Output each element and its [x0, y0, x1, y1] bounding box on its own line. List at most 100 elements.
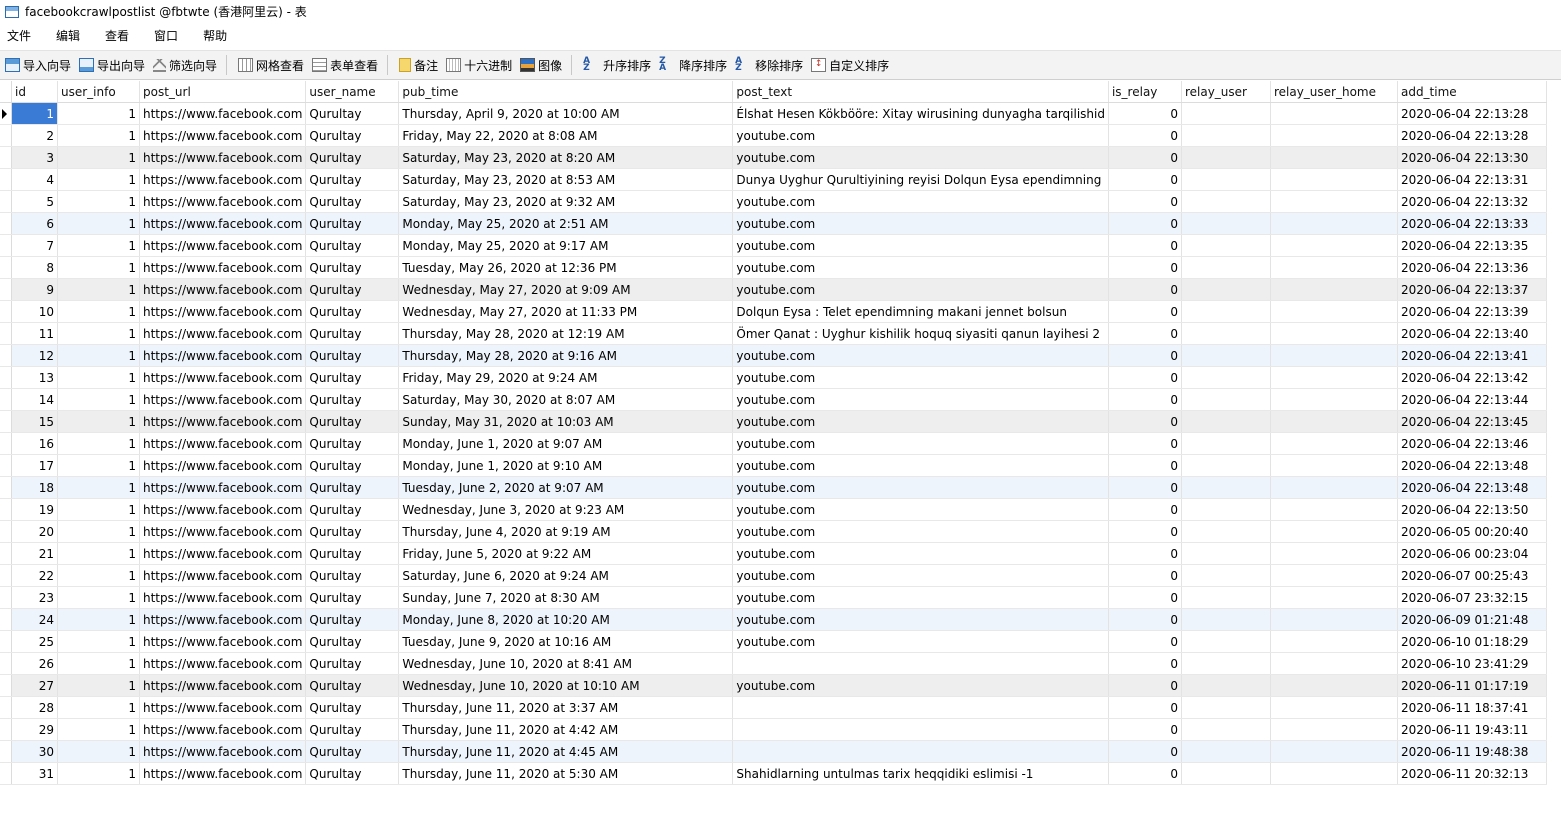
cell-user-info[interactable]: 1: [57, 498, 140, 521]
cell-post-url[interactable]: https://www.facebook.com: [139, 168, 307, 191]
cell-pub-time[interactable]: Thursday, June 11, 2020 at 5:30 AM: [398, 762, 734, 785]
table-row[interactable]: 24 1 https://www.facebook.com Qurultay Monda…: [0, 608, 1547, 631]
cell-user-name[interactable]: Qurultay: [305, 498, 400, 521]
table-row[interactable]: 23 1 https://www.facebook.com Qurultay Sunda…: [0, 586, 1547, 609]
cell-relay-user[interactable]: [1181, 190, 1271, 213]
cell-relay-user[interactable]: [1181, 432, 1271, 455]
cell-id[interactable]: 6: [11, 212, 58, 235]
cell-post-url[interactable]: https://www.facebook.com: [139, 630, 307, 653]
table-row[interactable]: 10 1 https://www.facebook.com Qurultay Wedne…: [0, 300, 1547, 323]
cell-relay-user[interactable]: [1181, 586, 1271, 609]
cell-relay-user[interactable]: [1181, 278, 1271, 301]
cell-add-time[interactable]: 2020-06-11 19:43:11: [1397, 718, 1547, 741]
cell-post-text[interactable]: youtube.com: [732, 190, 1109, 213]
table-row[interactable]: 22 1 https://www.facebook.com Qurultay Satur…: [0, 564, 1547, 587]
row-indicator[interactable]: [0, 168, 12, 191]
column-header-relay-user[interactable]: relay_user: [1181, 81, 1271, 103]
cell-post-url[interactable]: https://www.facebook.com: [139, 410, 307, 433]
cell-user-name[interactable]: Qurultay: [305, 630, 400, 653]
cell-add-time[interactable]: 2020-06-04 22:13:44: [1397, 388, 1547, 411]
custom-sort-button[interactable]: ↕ 自定义排序: [808, 53, 892, 77]
table-row[interactable]: 21 1 https://www.facebook.com Qurultay Frida…: [0, 542, 1547, 565]
cell-user-info[interactable]: 1: [57, 168, 140, 191]
cell-post-text[interactable]: youtube.com: [732, 410, 1109, 433]
cell-post-text[interactable]: Ömer Qanat : Uyghur kishilik hoquq siyas…: [732, 322, 1109, 345]
cell-pub-time[interactable]: Tuesday, June 2, 2020 at 9:07 AM: [398, 476, 734, 499]
cell-post-url[interactable]: https://www.facebook.com: [139, 146, 307, 169]
cell-relay-user-home[interactable]: [1270, 608, 1398, 631]
row-indicator[interactable]: [0, 674, 12, 697]
cell-relay-user[interactable]: [1181, 630, 1271, 653]
row-indicator[interactable]: [0, 586, 12, 609]
cell-user-info[interactable]: 1: [57, 190, 140, 213]
row-indicator[interactable]: [0, 388, 12, 411]
cell-id[interactable]: 23: [11, 586, 58, 609]
cell-user-name[interactable]: Qurultay: [305, 234, 400, 257]
cell-pub-time[interactable]: Thursday, June 4, 2020 at 9:19 AM: [398, 520, 734, 543]
cell-relay-user-home[interactable]: [1270, 696, 1398, 719]
cell-post-url[interactable]: https://www.facebook.com: [139, 762, 307, 785]
table-row[interactable]: 29 1 https://www.facebook.com Qurultay Thurs…: [0, 718, 1547, 741]
cell-post-text[interactable]: youtube.com: [732, 278, 1109, 301]
table-row[interactable]: 19 1 https://www.facebook.com Qurultay Wedne…: [0, 498, 1547, 521]
cell-post-text[interactable]: [732, 696, 1109, 719]
cell-pub-time[interactable]: Thursday, June 11, 2020 at 3:37 AM: [398, 696, 734, 719]
cell-pub-time[interactable]: Saturday, May 30, 2020 at 8:07 AM: [398, 388, 734, 411]
cell-relay-user-home[interactable]: [1270, 322, 1398, 345]
cell-is-relay[interactable]: 0: [1108, 454, 1182, 477]
row-indicator[interactable]: [0, 344, 12, 367]
cell-is-relay[interactable]: 0: [1108, 498, 1182, 521]
cell-post-url[interactable]: https://www.facebook.com: [139, 322, 307, 345]
cell-id[interactable]: 16: [11, 432, 58, 455]
cell-id[interactable]: 10: [11, 300, 58, 323]
cell-id[interactable]: 7: [11, 234, 58, 257]
cell-id[interactable]: 31: [11, 762, 58, 785]
cell-is-relay[interactable]: 0: [1108, 278, 1182, 301]
image-button[interactable]: 图像: [517, 53, 565, 77]
cell-post-text[interactable]: [732, 718, 1109, 741]
cell-id[interactable]: 24: [11, 608, 58, 631]
cell-post-url[interactable]: https://www.facebook.com: [139, 432, 307, 455]
cell-user-name[interactable]: Qurultay: [305, 564, 400, 587]
cell-user-name[interactable]: Qurultay: [305, 322, 400, 345]
cell-pub-time[interactable]: Wednesday, June 10, 2020 at 10:10 AM: [398, 674, 734, 697]
cell-post-url[interactable]: https://www.facebook.com: [139, 696, 307, 719]
cell-add-time[interactable]: 2020-06-04 22:13:45: [1397, 410, 1547, 433]
cell-is-relay[interactable]: 0: [1108, 410, 1182, 433]
cell-relay-user[interactable]: [1181, 344, 1271, 367]
cell-user-name[interactable]: Qurultay: [305, 124, 400, 147]
table-row[interactable]: 11 1 https://www.facebook.com Qurultay Thurs…: [0, 322, 1547, 345]
cell-user-name[interactable]: Qurultay: [305, 366, 400, 389]
cell-relay-user-home[interactable]: [1270, 146, 1398, 169]
row-indicator[interactable]: [0, 476, 12, 499]
cell-relay-user-home[interactable]: [1270, 740, 1398, 763]
cell-post-text[interactable]: youtube.com: [732, 366, 1109, 389]
cell-user-info[interactable]: 1: [57, 124, 140, 147]
column-header-add-time[interactable]: add_time: [1397, 81, 1547, 103]
filter-wizard-button[interactable]: 筛选向导: [150, 53, 220, 77]
cell-relay-user-home[interactable]: [1270, 212, 1398, 235]
cell-add-time[interactable]: 2020-06-04 22:13:32: [1397, 190, 1547, 213]
cell-relay-user[interactable]: [1181, 102, 1271, 125]
cell-is-relay[interactable]: 0: [1108, 652, 1182, 675]
cell-user-name[interactable]: Qurultay: [305, 256, 400, 279]
remove-sort-button[interactable]: AZ 移除排序: [732, 53, 806, 77]
cell-is-relay[interactable]: 0: [1108, 212, 1182, 235]
row-indicator[interactable]: [0, 256, 12, 279]
cell-add-time[interactable]: 2020-06-04 22:13:46: [1397, 432, 1547, 455]
cell-pub-time[interactable]: Saturday, May 23, 2020 at 8:20 AM: [398, 146, 734, 169]
cell-add-time[interactable]: 2020-06-04 22:13:41: [1397, 344, 1547, 367]
cell-user-name[interactable]: Qurultay: [305, 300, 400, 323]
cell-is-relay[interactable]: 0: [1108, 322, 1182, 345]
cell-add-time[interactable]: 2020-06-04 22:13:33: [1397, 212, 1547, 235]
table-row[interactable]: 2 1 https://www.facebook.com Qurultay Friday…: [0, 124, 1547, 147]
row-indicator[interactable]: [0, 146, 12, 169]
cell-id[interactable]: 5: [11, 190, 58, 213]
cell-user-info[interactable]: 1: [57, 740, 140, 763]
row-indicator[interactable]: [0, 212, 12, 235]
row-indicator[interactable]: [0, 190, 12, 213]
cell-user-name[interactable]: Qurultay: [305, 608, 400, 631]
table-row[interactable]: 30 1 https://www.facebook.com Qurultay Thurs…: [0, 740, 1547, 763]
cell-post-url[interactable]: https://www.facebook.com: [139, 344, 307, 367]
form-view-button[interactable]: 表单查看: [309, 53, 381, 77]
